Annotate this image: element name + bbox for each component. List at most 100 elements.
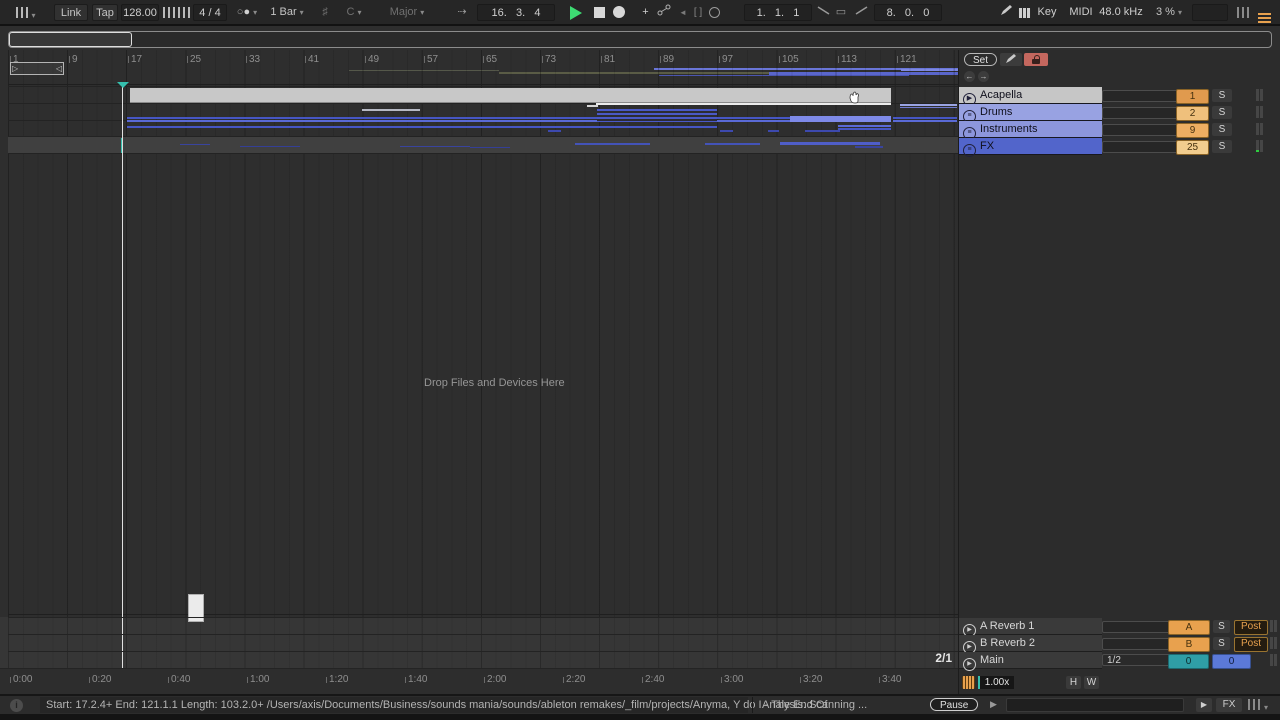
track-header-drums[interactable]: ≡Drums [959, 104, 1102, 121]
fwd-arrow-button[interactable]: → [978, 71, 989, 82]
clip-segment[interactable] [720, 130, 733, 132]
hand-cursor [846, 90, 862, 109]
play-icon[interactable]: ▶ [990, 699, 997, 710]
clip-segment[interactable] [900, 104, 957, 106]
set-locator-button[interactable]: Set [964, 53, 997, 66]
time-ruler[interactable]: 0:000:200:401:001:201:402:002:202:403:00… [0, 668, 958, 694]
return-lanes[interactable] [0, 617, 958, 668]
message-field[interactable] [1006, 698, 1184, 712]
clip-segment[interactable] [805, 130, 840, 132]
track-name: Main [980, 654, 1004, 666]
track-activator[interactable]: 25 [1176, 140, 1209, 155]
clip-segment[interactable] [780, 142, 880, 145]
clip-segment[interactable] [768, 130, 779, 132]
fx-button[interactable]: FX [1216, 698, 1242, 712]
output-meter-icon[interactable] [1248, 699, 1260, 710]
clip-segment[interactable] [855, 146, 883, 148]
track-name: Drums [980, 106, 1012, 118]
meter-signal-dot [1256, 150, 1259, 152]
pause-button[interactable]: Pause [930, 698, 978, 711]
clip-segment[interactable] [587, 105, 598, 107]
computer-midi-keyboard-button[interactable] [1016, 4, 1032, 21]
play-icon[interactable]: ▶ [963, 658, 976, 671]
clip-segment[interactable] [838, 125, 891, 127]
key-map-button[interactable]: Key [1034, 4, 1060, 21]
divider [752, 697, 753, 713]
track-io-box[interactable] [1102, 107, 1182, 119]
clip-segment[interactable] [180, 144, 210, 145]
return-header-b[interactable]: ▶B Reverb 2 [959, 635, 1102, 652]
clip-segment[interactable] [900, 107, 957, 108]
clip-segment[interactable] [893, 120, 957, 122]
return-header-a[interactable]: ▶A Reverb 1 [959, 618, 1102, 635]
sample-rate-display: 48.0 kHz [1097, 4, 1145, 21]
time-label: 2:00 [484, 674, 506, 685]
pre-post-toggle[interactable]: Post [1234, 620, 1268, 635]
track-header-acapella[interactable]: ▶Acapella [959, 87, 1102, 104]
return-activator[interactable]: B [1168, 637, 1210, 652]
clip-segment[interactable] [470, 147, 510, 148]
track-io-box[interactable] [1102, 124, 1182, 136]
hamburger-menu-icon[interactable] [1256, 4, 1272, 21]
main-track-header[interactable]: ▶ Main [959, 652, 1102, 669]
clip-segment[interactable] [127, 120, 891, 122]
draw-automation-button[interactable] [1000, 53, 1022, 66]
solo-button[interactable]: S [1212, 89, 1232, 102]
track-io-box[interactable] [1102, 141, 1182, 153]
menu-lines-icon [1258, 13, 1271, 15]
midi-map-button[interactable]: MIDI [1066, 4, 1096, 21]
clip-segment[interactable] [790, 116, 891, 122]
solo-button[interactable]: S [1212, 140, 1232, 153]
chevron-down-icon: ▾ [1178, 8, 1182, 17]
track-activator[interactable]: 1 [1176, 89, 1209, 104]
clip-segment[interactable] [705, 143, 760, 145]
cpu-load-meter[interactable]: 3 % ▾ [1149, 4, 1189, 21]
insert-marker-icon[interactable] [117, 82, 129, 88]
clip-segment[interactable] [127, 126, 717, 128]
main-volume[interactable]: 0 [1212, 654, 1251, 669]
status-bar: i Start: 17.2.4+ End: 121.1.1 Length: 10… [0, 694, 1280, 714]
solo-button[interactable]: S [1212, 123, 1232, 136]
track-meter [1256, 123, 1263, 135]
time-label: 3:40 [879, 674, 901, 685]
track-activator[interactable]: 9 [1176, 123, 1209, 138]
info-icon[interactable]: i [10, 699, 23, 712]
clip-segment[interactable] [597, 109, 717, 122]
playhead-line[interactable] [122, 84, 123, 670]
clip-segment[interactable] [548, 130, 561, 132]
bars-icon [1237, 7, 1249, 18]
solo-button[interactable]: S [1212, 106, 1232, 119]
return-activator[interactable]: A [1168, 620, 1210, 635]
clip-segment[interactable] [893, 117, 957, 119]
track-header-instruments[interactable]: ≡Instruments [959, 121, 1102, 138]
solo-button[interactable]: S [1213, 637, 1230, 650]
cue-volume[interactable]: 0 [1168, 654, 1209, 669]
group-icon[interactable]: ≡ [963, 144, 976, 157]
lock-envelopes-button[interactable] [1024, 53, 1048, 66]
track-meter [1256, 89, 1263, 101]
track-io-box[interactable] [1102, 90, 1182, 102]
clip-segment[interactable] [240, 146, 300, 147]
waveform-zoom-icon[interactable] [962, 676, 975, 689]
track-activator[interactable]: 2 [1176, 106, 1209, 121]
clip-segment[interactable] [400, 146, 470, 147]
solo-button[interactable]: S [1213, 620, 1230, 633]
clip-segment[interactable] [838, 128, 891, 130]
width-zoom-button[interactable]: W [1084, 676, 1099, 689]
draw-mode-button[interactable] [998, 4, 1014, 21]
time-signature-marker[interactable]: 2/1 [870, 651, 952, 665]
time-label: 2:20 [563, 674, 585, 685]
height-zoom-button[interactable]: H [1066, 676, 1081, 689]
pen-icon [1000, 4, 1013, 16]
chevron-down-icon[interactable]: ▾ [1264, 701, 1268, 713]
clip-segment[interactable] [362, 109, 420, 111]
track-header-fx[interactable]: ≡FX [959, 138, 1102, 155]
keyboard-icon [1018, 8, 1031, 18]
clip-segment[interactable] [575, 143, 650, 145]
playback-speed-field[interactable]: 1.00x [978, 676, 1014, 689]
pre-post-toggle[interactable]: Post [1234, 637, 1268, 652]
back-arrow-button[interactable]: ← [964, 71, 975, 82]
clip-segment[interactable] [127, 117, 891, 119]
cpu-meter-icon [1236, 4, 1250, 21]
preview-play-button[interactable]: ▶ [1196, 698, 1212, 712]
